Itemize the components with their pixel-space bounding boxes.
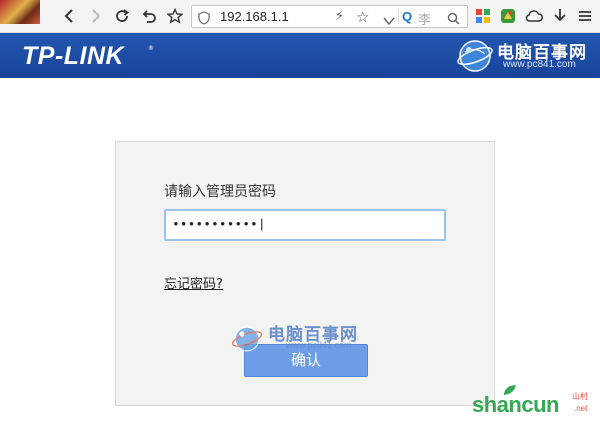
- back-icon[interactable]: [58, 5, 80, 27]
- undo-icon[interactable]: [138, 5, 160, 27]
- cloud-icon[interactable]: [523, 5, 545, 27]
- search-icon[interactable]: [447, 10, 460, 29]
- url-text[interactable]: 192.168.1.1: [220, 9, 289, 24]
- watermark-en: www.pc841.com: [503, 59, 576, 70]
- download-icon[interactable]: [549, 5, 571, 27]
- browser-toolbar: 192.168.1.1 ⚡ ☆ Q 李: [0, 0, 600, 33]
- router-header: TP-LINK ® 电脑百事网 www.pc841.com: [0, 33, 600, 78]
- bookmark-star-icon[interactable]: [164, 5, 186, 27]
- tp-link-logo: TP-LINK: [22, 42, 125, 70]
- apps-icon[interactable]: [472, 5, 494, 27]
- leaf-icon: [502, 382, 518, 401]
- profile-avatar[interactable]: [0, 0, 40, 24]
- search-engine-icon: Q: [402, 9, 413, 24]
- extension-icon[interactable]: [497, 5, 519, 27]
- forgot-password-link[interactable]: 忘记密码?: [164, 273, 223, 292]
- search-box[interactable]: Q 李: [380, 5, 468, 28]
- forward-icon[interactable]: [85, 5, 107, 27]
- password-input[interactable]: •••••••••••|: [164, 209, 446, 241]
- menu-icon[interactable]: [574, 5, 596, 27]
- address-bar[interactable]: 192.168.1.1 ⚡ ☆: [191, 5, 386, 28]
- confirm-button[interactable]: 确认: [244, 344, 368, 377]
- star-icon[interactable]: ☆: [356, 8, 369, 26]
- globe-icon: [455, 36, 495, 80]
- corner-cn: 山村: [572, 392, 588, 401]
- site-watermark: 电脑百事网 www.pc841.com: [455, 36, 595, 76]
- search-placeholder: 李: [418, 13, 432, 28]
- shield-icon: [198, 10, 210, 29]
- lightning-icon[interactable]: ⚡: [335, 9, 344, 24]
- registered-mark: ®: [148, 45, 154, 52]
- password-prompt: 请输入管理员密码: [164, 184, 276, 200]
- reload-icon[interactable]: [111, 5, 133, 27]
- corner-net: .net: [574, 404, 588, 413]
- divider: [398, 9, 399, 24]
- chevron-down-icon[interactable]: [383, 11, 395, 30]
